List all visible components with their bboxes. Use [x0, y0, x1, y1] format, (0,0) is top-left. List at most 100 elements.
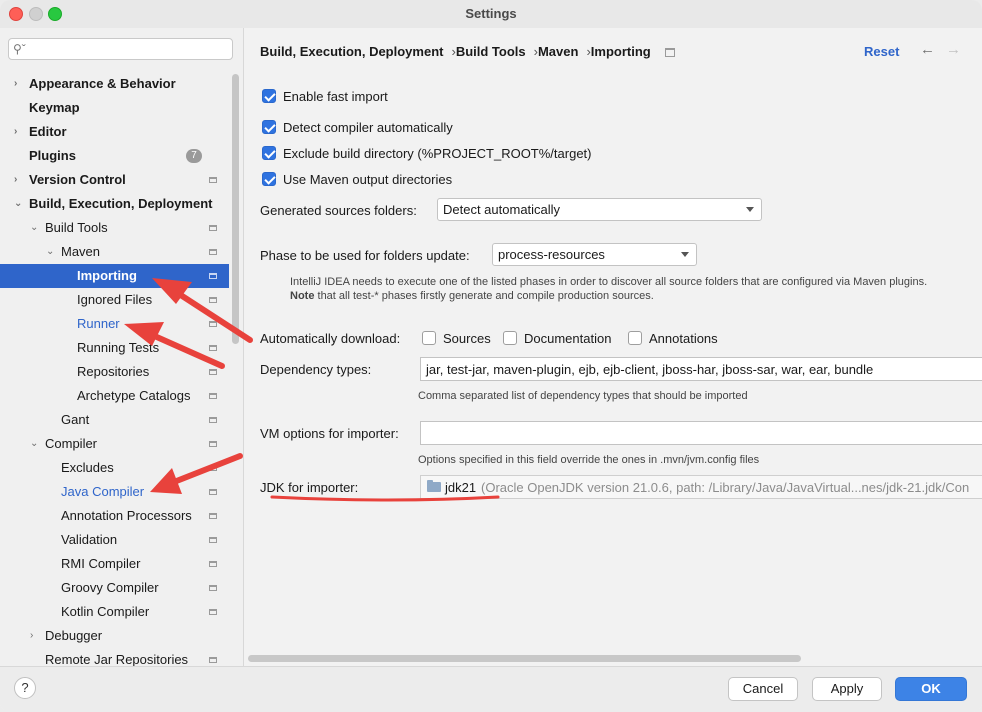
- breadcrumb-item: Importing: [590, 44, 651, 59]
- search-icon: ⚲ˇ: [13, 42, 26, 56]
- chevron-down-icon[interactable]: ⌄: [30, 216, 38, 240]
- sidebar-item-debugger[interactable]: › Debugger: [0, 624, 229, 648]
- sidebar-item-kotlin-compiler[interactable]: Kotlin Compiler: [0, 600, 229, 624]
- project-settings-icon: [209, 537, 217, 543]
- sidebar-item-gant[interactable]: Gant: [0, 408, 229, 432]
- project-settings-icon: [209, 369, 217, 375]
- sidebar-item-rmi-compiler[interactable]: RMI Compiler: [0, 552, 229, 576]
- phase-label: Phase to be used for folders update:: [260, 248, 470, 263]
- chevron-right-icon[interactable]: ›: [14, 72, 17, 96]
- sidebar-item-repositories[interactable]: Repositories: [0, 360, 229, 384]
- dropdown-arrow-icon: [681, 252, 689, 257]
- sidebar-item-build-execution-deployment[interactable]: ⌄ Build, Execution, Deployment: [0, 192, 229, 216]
- cancel-button[interactable]: Cancel: [728, 677, 798, 701]
- project-settings-icon: [209, 249, 217, 255]
- apply-button[interactable]: Apply: [812, 677, 882, 701]
- window-title: Settings: [465, 6, 517, 21]
- checkbox-unchecked-icon[interactable]: [628, 331, 642, 345]
- sidebar-item-maven[interactable]: ⌄ Maven: [0, 240, 229, 264]
- settings-sidebar: ⚲ˇ › Appearance & Behavior Keymap › Edit…: [0, 28, 244, 666]
- project-settings-icon: [209, 609, 217, 615]
- project-settings-icon: [209, 321, 217, 327]
- sidebar-item-runner[interactable]: Runner: [0, 312, 229, 336]
- checkbox-checked-icon[interactable]: [262, 89, 276, 103]
- dropdown-arrow-icon: [746, 207, 754, 212]
- sidebar-item-version-control[interactable]: › Version Control: [0, 168, 229, 192]
- dependency-types-hint: Comma separated list of dependency types…: [418, 390, 748, 402]
- checkbox-unchecked-icon[interactable]: [422, 331, 436, 345]
- settings-content-panel: Build, Execution, Deployment ›Build Tools…: [244, 28, 982, 666]
- auto-download-label: Automatically download:: [260, 331, 401, 346]
- sidebar-item-appearance-behavior[interactable]: › Appearance & Behavior: [0, 72, 229, 96]
- sidebar-item-running-tests[interactable]: Running Tests: [0, 336, 229, 360]
- dependency-types-label: Dependency types:: [260, 362, 372, 377]
- phase-hint: IntelliJ IDEA needs to execute one of th…: [290, 276, 928, 288]
- project-settings-icon: [209, 345, 217, 351]
- phase-note: Note that all test-* phases firstly gene…: [290, 290, 654, 302]
- sidebar-item-compiler[interactable]: ⌄ Compiler: [0, 432, 229, 456]
- sidebar-item-remote-jar-repositories[interactable]: Remote Jar Repositories: [0, 648, 229, 666]
- project-settings-icon: [209, 177, 217, 183]
- breadcrumb-item: Build, Execution, Deployment: [260, 44, 444, 59]
- settings-search-input[interactable]: ⚲ˇ: [8, 38, 233, 60]
- sidebar-item-validation[interactable]: Validation: [0, 528, 229, 552]
- dependency-types-input[interactable]: jar, test-jar, maven-plugin, ejb, ejb-cl…: [420, 357, 982, 381]
- project-settings-icon: [209, 393, 217, 399]
- sidebar-item-editor[interactable]: › Editor: [0, 120, 229, 144]
- sidebar-item-java-compiler[interactable]: Java Compiler: [0, 480, 229, 504]
- project-settings-icon: [209, 465, 217, 471]
- project-settings-icon: [209, 297, 217, 303]
- sidebar-item-plugins[interactable]: Plugins 7: [0, 144, 229, 168]
- sidebar-item-groovy-compiler[interactable]: Groovy Compiler: [0, 576, 229, 600]
- project-settings-icon: [209, 417, 217, 423]
- chevron-right-icon[interactable]: ›: [30, 624, 33, 648]
- checkbox-unchecked-icon[interactable]: [503, 331, 517, 345]
- dialog-footer: ? Cancel Apply OK: [0, 666, 982, 712]
- project-settings-icon: [209, 513, 217, 519]
- sidebar-item-archetype-catalogs[interactable]: Archetype Catalogs: [0, 384, 229, 408]
- phase-select[interactable]: process-resources: [492, 243, 697, 266]
- project-settings-icon: [209, 489, 217, 495]
- reset-link[interactable]: Reset: [864, 44, 899, 59]
- jdk-folder-icon: [427, 480, 441, 492]
- jdk-importer-label: JDK for importer:: [260, 480, 359, 495]
- generated-sources-label: Generated sources folders:: [260, 203, 417, 218]
- breadcrumb-item: Maven: [537, 44, 579, 59]
- project-settings-icon: [209, 225, 217, 231]
- project-settings-icon: [209, 561, 217, 567]
- back-arrow-icon[interactable]: ←: [920, 41, 935, 58]
- breadcrumb-item: Build Tools: [455, 44, 526, 59]
- chevron-right-icon[interactable]: ›: [14, 168, 17, 192]
- checkbox-checked-icon[interactable]: [262, 146, 276, 160]
- help-button[interactable]: ?: [14, 677, 36, 699]
- sidebar-item-excludes[interactable]: Excludes: [0, 456, 229, 480]
- sidebar-item-keymap[interactable]: Keymap: [0, 96, 229, 120]
- vm-options-hint: Options specified in this field override…: [418, 454, 760, 466]
- plugins-update-badge: 7: [186, 149, 202, 163]
- forward-arrow-icon[interactable]: →: [946, 41, 961, 58]
- jdk-importer-select[interactable]: jdk21 (Oracle OpenJDK version 21.0.6, pa…: [420, 475, 982, 499]
- sidebar-item-build-tools[interactable]: ⌄ Build Tools: [0, 216, 229, 240]
- settings-window: Settings ⚲ˇ › Appearance & Behavior Keym…: [0, 0, 982, 712]
- vm-options-input[interactable]: [420, 421, 982, 445]
- project-settings-icon: [209, 657, 217, 663]
- title-bar: Settings: [0, 0, 982, 28]
- generated-sources-select[interactable]: Detect automatically: [437, 198, 762, 221]
- project-settings-icon: [209, 585, 217, 591]
- sidebar-scrollbar[interactable]: [232, 74, 239, 344]
- project-settings-icon: [209, 273, 217, 279]
- vm-options-label: VM options for importer:: [260, 426, 399, 441]
- sidebar-item-ignored-files[interactable]: Ignored Files: [0, 288, 229, 312]
- chevron-down-icon[interactable]: ⌄: [30, 432, 38, 456]
- sidebar-item-importing[interactable]: Importing: [0, 264, 229, 288]
- project-settings-icon: [209, 441, 217, 447]
- checkbox-checked-icon[interactable]: [262, 120, 276, 134]
- chevron-down-icon[interactable]: ⌄: [14, 192, 22, 216]
- ok-button[interactable]: OK: [895, 677, 967, 701]
- sidebar-item-annotation-processors[interactable]: Annotation Processors: [0, 504, 229, 528]
- horizontal-scrollbar[interactable]: [248, 655, 801, 662]
- chevron-down-icon[interactable]: ⌄: [46, 240, 54, 264]
- chevron-right-icon[interactable]: ›: [14, 120, 17, 144]
- project-settings-icon: [664, 48, 675, 58]
- checkbox-checked-icon[interactable]: [262, 172, 276, 186]
